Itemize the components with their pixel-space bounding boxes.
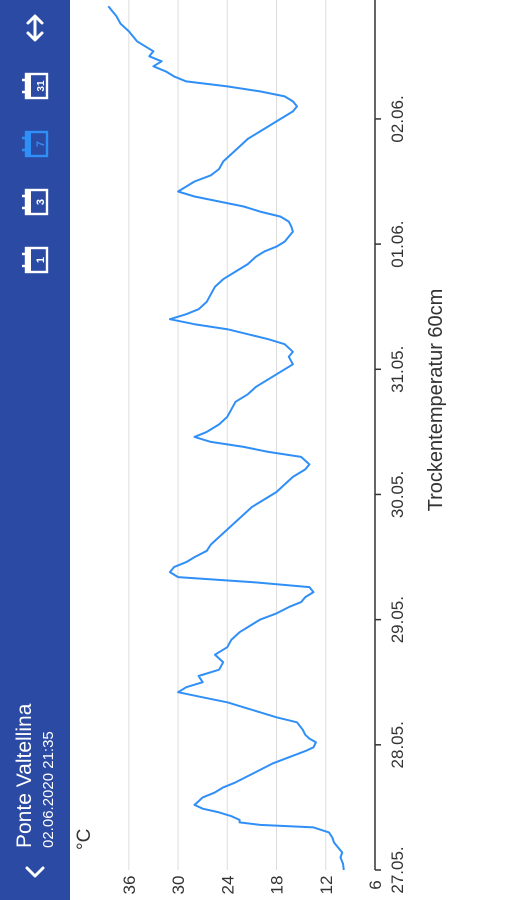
period-1-day-button[interactable]: 1	[17, 240, 53, 280]
y-axis-ticks: 6 12 18 24 30 36	[120, 876, 385, 895]
y-tick-label: 6	[366, 880, 385, 889]
chevron-left-icon	[25, 866, 45, 878]
x-tick-label: 01.06.	[388, 220, 407, 267]
rotated-screen: Ponte Valtellina 02.06.2020 21:35 1 3 7 …	[0, 0, 507, 900]
x-tick-label: 29.05.	[388, 596, 407, 643]
period-31-days-button[interactable]: 31	[17, 66, 53, 106]
x-tick-label: 28.05.	[388, 721, 407, 768]
x-axis-ticks: 27.05. 28.05. 29.05. 30.05. 31.05. 01.06. 02.0…	[375, 95, 407, 894]
y-tick-label: 30	[169, 876, 188, 895]
x-tick-label: 02.06.	[388, 95, 407, 142]
x-tick-label: 30.05.	[388, 471, 407, 518]
app-header: Ponte Valtellina 02.06.2020 21:35 1 3 7 …	[0, 0, 70, 900]
y-tick-label: 12	[317, 876, 336, 895]
x-tick-label: 31.05.	[388, 346, 407, 393]
station-title: Ponte Valtellina	[13, 703, 36, 848]
back-button[interactable]	[12, 848, 58, 894]
calendar-1-icon: 1	[22, 246, 49, 274]
svg-text:31: 31	[36, 80, 47, 92]
expand-horizontal-button[interactable]	[17, 8, 53, 48]
y-tick-label: 36	[120, 876, 139, 895]
timestamp: 02.06.2020 21:35	[40, 731, 57, 848]
svg-text:1: 1	[35, 257, 47, 263]
x-axis-title: Trockentemperatur 60cm	[425, 289, 447, 512]
calendar-7-icon: 7	[22, 130, 49, 158]
svg-text:7: 7	[35, 141, 47, 147]
series-line	[107, 5, 345, 871]
grid	[128, 0, 327, 870]
svg-text:3: 3	[35, 199, 47, 205]
x-tick-label: 27.05.	[388, 846, 407, 893]
y-tick-label: 18	[268, 876, 287, 895]
y-axis-unit: °C	[74, 829, 95, 850]
period-3-days-button[interactable]: 3	[17, 182, 53, 222]
period-7-days-button[interactable]: 7	[17, 124, 53, 164]
temperature-chart: 27.05. 28.05. 29.05. 30.05. 31.05. 01.06. 02.0…	[74, 0, 447, 895]
y-tick-label: 24	[218, 876, 237, 895]
calendar-3-icon: 3	[22, 188, 49, 216]
calendar-31-icon: 31	[22, 72, 49, 100]
arrows-horizontal-icon	[26, 14, 44, 42]
